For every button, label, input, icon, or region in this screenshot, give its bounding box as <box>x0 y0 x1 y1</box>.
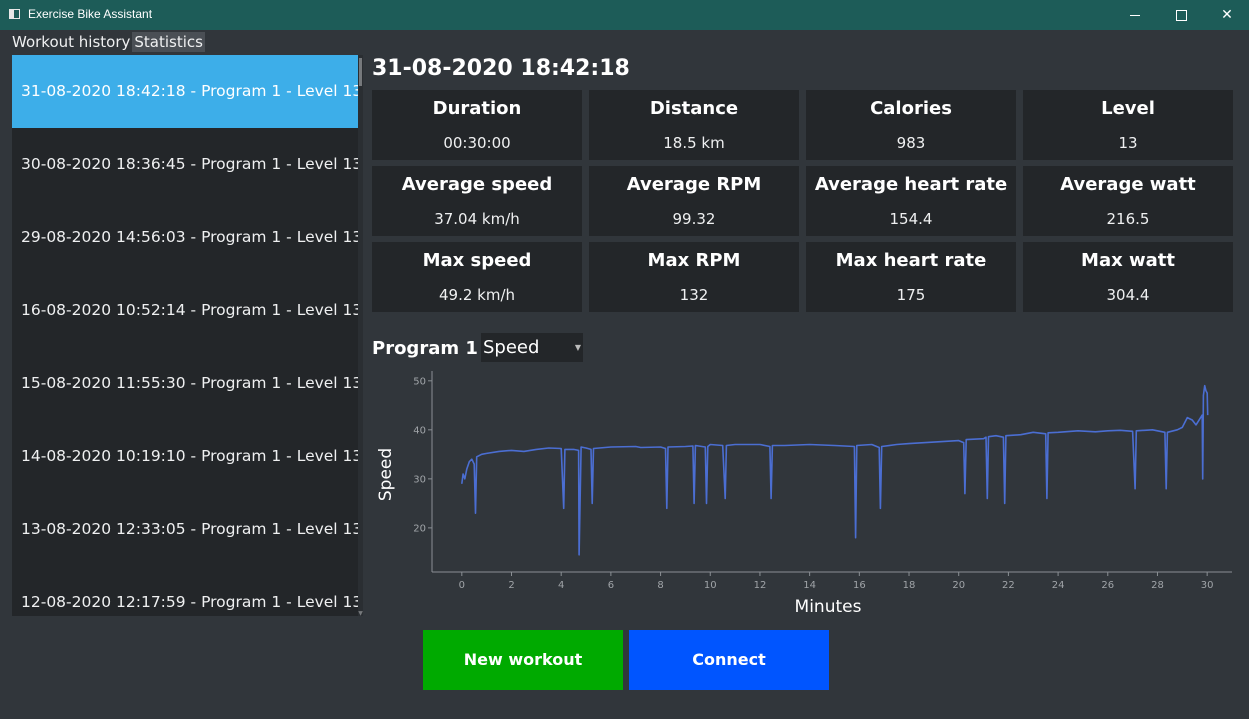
y-tick-label: 40 <box>413 425 426 436</box>
close-icon: ✕ <box>1221 7 1233 23</box>
stat-label: Average heart rate <box>814 174 1008 195</box>
tab-workout-history[interactable]: Workout history <box>10 32 132 52</box>
x-tick-label: 2 <box>508 580 514 591</box>
close-button[interactable]: ✕ <box>1204 0 1249 30</box>
history-item[interactable]: 12-08-2020 12:17:59 - Program 1 - Level … <box>12 566 358 616</box>
stat-label: Max heart rate <box>835 250 987 271</box>
history-item[interactable]: 16-08-2020 10:52:14 - Program 1 - Level … <box>12 274 358 347</box>
stat-card: Max RPM 132 <box>589 242 799 312</box>
x-tick-label: 12 <box>754 580 767 591</box>
x-tick-label: 14 <box>803 580 816 591</box>
speed-series-line <box>461 384 1209 556</box>
connect-button[interactable]: Connect <box>629 630 829 690</box>
y-tick-label: 20 <box>413 523 426 534</box>
stat-value: 154.4 <box>889 210 933 228</box>
stat-label: Average RPM <box>626 174 762 195</box>
stat-card: Max watt 304.4 <box>1023 242 1233 312</box>
x-tick-label: 0 <box>459 580 465 591</box>
x-tick-label: 6 <box>608 580 614 591</box>
x-tick-label: 24 <box>1052 580 1065 591</box>
workout-history-list[interactable]: 31-08-2020 18:42:18 - Program 1 - Level … <box>12 55 358 616</box>
stat-card: Max speed 49.2 km/h <box>372 242 582 312</box>
metric-select-value: Speed <box>483 337 540 358</box>
x-tick-label: 8 <box>657 580 663 591</box>
x-tick-label: 26 <box>1101 580 1114 591</box>
stat-card: Level 13 <box>1023 90 1233 160</box>
history-item[interactable]: 13-08-2020 12:33:05 - Program 1 - Level … <box>12 493 358 566</box>
minimize-button[interactable] <box>1112 0 1158 30</box>
stat-label: Calories <box>870 98 952 119</box>
stat-card: Average watt 216.5 <box>1023 166 1233 236</box>
stat-label: Duration <box>432 98 522 119</box>
stat-label: Max RPM <box>647 250 741 271</box>
history-item[interactable]: 15-08-2020 11:55:30 - Program 1 - Level … <box>12 347 358 420</box>
x-axis-label: Minutes <box>795 597 862 617</box>
tab-bar: Workout history Statistics <box>10 32 205 54</box>
stat-card: Calories 983 <box>806 90 1016 160</box>
app-icon <box>9 9 20 19</box>
metric-select[interactable]: Speed ▼ <box>481 333 583 362</box>
y-tick-label: 30 <box>413 474 426 485</box>
stat-value: 99.32 <box>672 210 716 228</box>
stat-card: Distance 18.5 km <box>589 90 799 160</box>
x-tick-label: 18 <box>903 580 916 591</box>
new-workout-button[interactable]: New workout <box>423 630 623 690</box>
history-scrollbar[interactable]: ▼ <box>358 55 363 617</box>
x-tick-label: 28 <box>1151 580 1164 591</box>
stat-value: 216.5 <box>1106 210 1150 228</box>
stat-card: Max heart rate 175 <box>806 242 1016 312</box>
stat-label: Max speed <box>422 250 532 271</box>
stat-value: 983 <box>896 134 926 152</box>
stat-value: 175 <box>896 286 926 304</box>
x-tick-label: 16 <box>853 580 866 591</box>
x-tick-label: 4 <box>558 580 564 591</box>
scroll-down-arrow-icon[interactable]: ▼ <box>358 611 363 617</box>
y-tick-label: 50 <box>413 376 426 387</box>
stat-value: 13 <box>1118 134 1138 152</box>
tab-statistics[interactable]: Statistics <box>132 32 205 52</box>
minimize-icon <box>1130 14 1140 16</box>
stat-card: Average speed 37.04 km/h <box>372 166 582 236</box>
x-tick-label: 30 <box>1201 580 1214 591</box>
stat-label: Distance <box>649 98 739 119</box>
speed-chart: 0 2 4 6 8 10 12 14 16 18 20 22 24 26 28 3020304050Minut… <box>376 371 1232 617</box>
stat-label: Level <box>1101 98 1155 119</box>
stat-card: Average RPM 99.32 <box>589 166 799 236</box>
history-item[interactable]: 29-08-2020 14:56:03 - Program 1 - Level … <box>12 201 358 274</box>
stat-label: Max watt <box>1081 250 1175 271</box>
maximize-icon <box>1175 9 1187 21</box>
stat-value: 37.04 km/h <box>434 210 520 228</box>
stat-label: Average watt <box>1060 174 1196 195</box>
history-item[interactable]: 14-08-2020 10:19:10 - Program 1 - Level … <box>12 420 358 493</box>
session-title: 31-08-2020 18:42:18 <box>372 56 630 81</box>
stat-value: 00:30:00 <box>443 134 511 152</box>
maximize-button[interactable] <box>1158 0 1204 30</box>
stat-value: 132 <box>679 286 709 304</box>
scrollbar-thumb[interactable] <box>359 58 362 86</box>
chevron-down-icon: ▼ <box>574 343 581 352</box>
stat-card: Duration 00:30:00 <box>372 90 582 160</box>
stat-value: 304.4 <box>1106 286 1150 304</box>
program-label: Program 1 <box>372 338 478 359</box>
stat-value: 49.2 km/h <box>438 286 516 304</box>
stat-card: Average heart rate 154.4 <box>806 166 1016 236</box>
x-tick-label: 20 <box>952 580 965 591</box>
window-title: Exercise Bike Assistant <box>28 7 153 21</box>
x-tick-label: 10 <box>704 580 717 591</box>
history-item[interactable]: 30-08-2020 18:36:45 - Program 1 - Level … <box>12 128 358 201</box>
stat-value: 18.5 km <box>663 134 725 152</box>
stat-label: Average speed <box>401 174 553 195</box>
history-item[interactable]: 31-08-2020 18:42:18 - Program 1 - Level … <box>12 55 358 128</box>
title-bar: Exercise Bike Assistant ✕ <box>0 0 1249 30</box>
x-tick-label: 22 <box>1002 580 1015 591</box>
y-axis-label: Speed <box>376 448 396 501</box>
